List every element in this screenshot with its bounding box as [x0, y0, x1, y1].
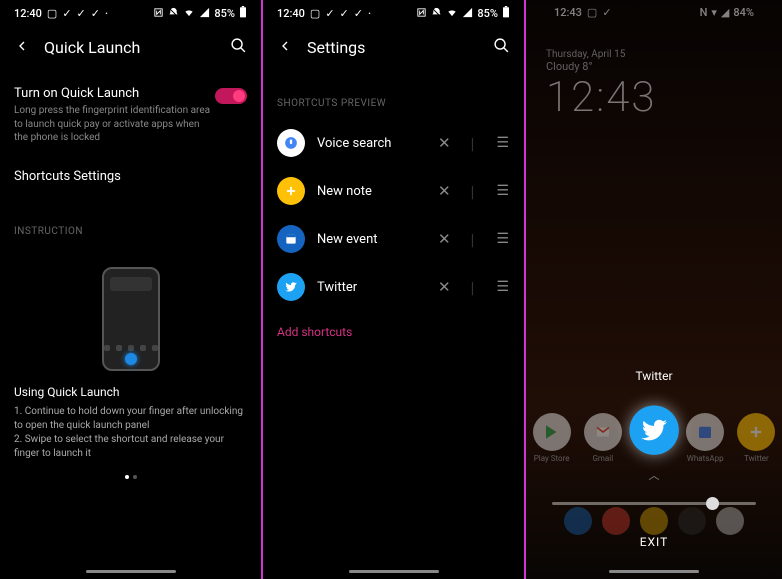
- remove-icon[interactable]: ✕: [430, 134, 459, 152]
- nfc-icon: [416, 7, 427, 21]
- lock-date: Thursday, April 15: [546, 49, 768, 60]
- battery-percent: 85%: [214, 7, 235, 20]
- instruction-illustration: [14, 247, 247, 385]
- header: Settings: [263, 23, 524, 72]
- home-indicator[interactable]: [349, 570, 439, 573]
- screen-settings: 12:40 ▢ ✓ ✓ ✓ · 85% Settings SHORTCUTS P…: [263, 0, 524, 579]
- screen-quick-launch: 12:40 ▢ ✓ ✓ ✓ · 85% Quick Launch Turn on…: [0, 0, 261, 579]
- status-time: 12:43: [554, 6, 582, 19]
- shortcuts-settings-link[interactable]: Shortcuts Settings: [14, 153, 247, 200]
- remove-icon[interactable]: ✕: [430, 278, 459, 296]
- notification-icon: ✓: [62, 7, 71, 20]
- shortcut-row-new-event[interactable]: New event ✕ | ☰: [277, 215, 510, 263]
- notification-icon: ·: [105, 7, 108, 20]
- lock-clock: 12:43: [546, 73, 768, 122]
- toggle-desc: Long press the fingerprint identificatio…: [14, 104, 215, 145]
- signal-icon: [199, 7, 210, 21]
- instruction-step: 1. Continue to hold down your finger aft…: [14, 405, 247, 433]
- back-icon[interactable]: [14, 38, 30, 58]
- voice-search-icon: [277, 129, 305, 157]
- add-shortcuts-link[interactable]: Add shortcuts: [277, 311, 510, 353]
- instruction-step: 2. Swipe to select the shortcut and rele…: [14, 433, 247, 461]
- notification-icon: ▢: [587, 6, 597, 19]
- pager-dots: [14, 461, 247, 493]
- page-title: Quick Launch: [44, 38, 216, 57]
- toggle-title: Turn on Quick Launch: [14, 86, 215, 101]
- header: Quick Launch: [0, 23, 261, 72]
- dnd-icon: [431, 7, 442, 21]
- drag-handle-icon[interactable]: ☰: [486, 135, 510, 151]
- shortcut-label: Voice search: [317, 136, 418, 151]
- wifi-icon: [446, 7, 458, 21]
- twitter-icon: [629, 406, 678, 455]
- lock-weather: Cloudy 8°: [546, 60, 768, 73]
- status-time: 12:40: [14, 7, 42, 20]
- instruction-label: INSTRUCTION: [14, 200, 247, 247]
- shortcut-row-twitter[interactable]: Twitter ✕ | ☰: [277, 263, 510, 311]
- shortcut-label: Twitter: [317, 280, 418, 295]
- battery-percent: 85%: [477, 7, 498, 20]
- page-title: Settings: [307, 38, 479, 57]
- nfc-icon: N: [700, 6, 708, 19]
- shortcut-label: New event: [317, 232, 418, 247]
- status-time: 12:40: [277, 7, 305, 20]
- battery-percent: 84%: [733, 6, 754, 19]
- notification-icon: ·: [368, 7, 371, 20]
- remove-icon[interactable]: ✕: [430, 182, 459, 200]
- notification-icon: ✓: [325, 7, 334, 20]
- remove-icon[interactable]: ✕: [430, 230, 459, 248]
- notification-icon: ✓: [77, 7, 86, 20]
- drag-handle-icon[interactable]: ☰: [486, 279, 510, 295]
- search-icon[interactable]: [230, 37, 247, 58]
- screen-quicklaunch-overlay: 12:43 ▢ ✓ N ▾ ◢ 84% Thursday, April 15 C…: [526, 0, 782, 579]
- wifi-icon: ▾: [711, 6, 717, 19]
- toggle-switch[interactable]: [215, 88, 247, 104]
- drag-handle-icon[interactable]: ☰: [486, 183, 510, 199]
- search-icon[interactable]: [493, 37, 510, 58]
- instruction-title: Using Quick Launch: [14, 385, 247, 399]
- signal-icon: [462, 7, 473, 21]
- toggle-quick-launch-row[interactable]: Turn on Quick Launch Long press the fing…: [14, 72, 247, 153]
- home-indicator[interactable]: [86, 570, 176, 573]
- notification-icon: ✓: [602, 6, 611, 19]
- lock-screen-widget: Thursday, April 15 Cloudy 8° 12:43: [540, 21, 768, 122]
- calendar-icon: [277, 225, 305, 253]
- back-icon[interactable]: [277, 38, 293, 58]
- shortcut-row-new-note[interactable]: New note ✕ | ☰: [277, 167, 510, 215]
- dnd-icon: [168, 7, 179, 21]
- battery-icon: [502, 6, 510, 21]
- signal-icon: ◢: [721, 6, 729, 19]
- shortcut-row-voice-search[interactable]: Voice search ✕ | ☰: [277, 119, 510, 167]
- wifi-icon: [183, 7, 195, 21]
- notification-icon: ✓: [354, 7, 363, 20]
- battery-icon: [239, 6, 247, 21]
- notification-icon: ✓: [340, 7, 349, 20]
- notification-icon: ▢: [47, 7, 57, 20]
- status-bar: 12:40 ▢ ✓ ✓ ✓ · 85%: [263, 0, 524, 23]
- drag-handle-icon[interactable]: ☰: [486, 231, 510, 247]
- shortcut-label: New note: [317, 184, 418, 199]
- preview-label: SHORTCUTS PREVIEW: [277, 72, 510, 119]
- nfc-icon: [153, 7, 164, 21]
- status-bar: 12:43 ▢ ✓ N ▾ ◢ 84%: [540, 0, 768, 21]
- note-icon: [277, 177, 305, 205]
- notification-icon: ▢: [310, 7, 320, 20]
- status-bar: 12:40 ▢ ✓ ✓ ✓ · 85%: [0, 0, 261, 23]
- twitter-icon: [277, 273, 305, 301]
- notification-icon: ✓: [91, 7, 100, 20]
- ql-app-twitter-selected[interactable]: [621, 406, 688, 471]
